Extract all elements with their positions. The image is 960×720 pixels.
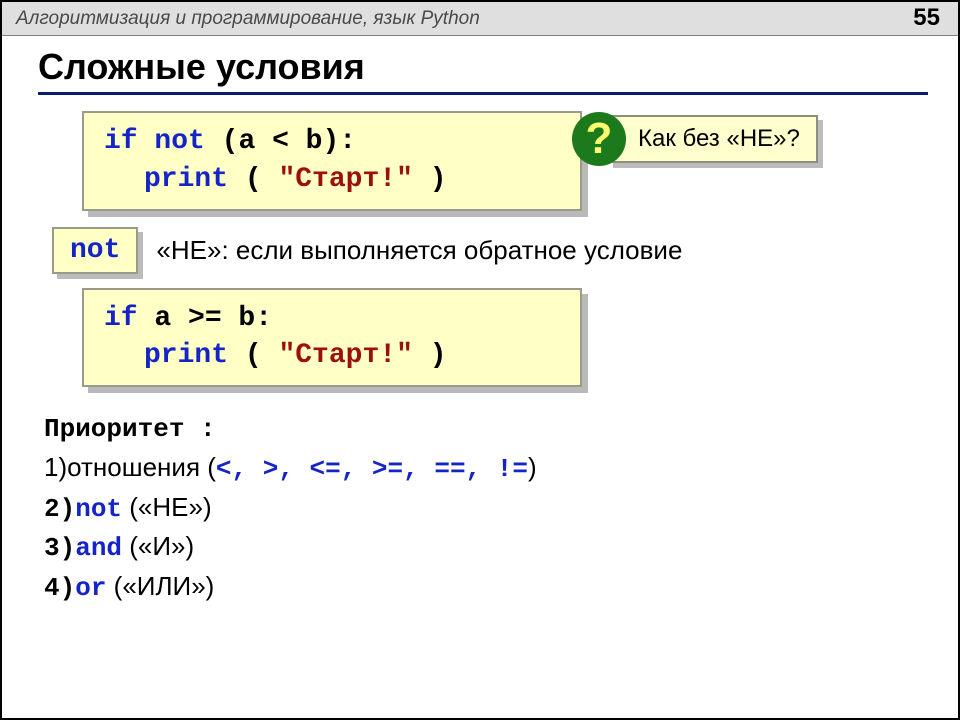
paren-close: ) — [430, 164, 447, 195]
num: 1) — [44, 452, 67, 482]
paren-close: ) — [430, 340, 447, 371]
priority-row-3: 3)and («И») — [44, 528, 928, 568]
kw: not — [75, 494, 122, 524]
txt: («НЕ») — [122, 492, 212, 522]
priority-header: Приоритет : — [44, 411, 928, 449]
paren-open: ( — [245, 340, 262, 371]
content: Сложные условия if not (a < b): print ( … — [2, 36, 958, 608]
not-explanation-row: not «НЕ»: если выполняется обратное усло… — [52, 227, 928, 274]
kw-print: print — [144, 164, 228, 195]
txt: («И») — [122, 531, 194, 561]
question-mark-icon: ? — [572, 112, 626, 166]
page-number: 55 — [913, 4, 940, 32]
slide: Алгоритмизация и программирование, язык … — [0, 0, 960, 720]
priority-block: Приоритет : 1)отношения (<, >, <=, >=, =… — [44, 411, 928, 607]
ops: <, >, <=, >=, ==, != — [216, 454, 528, 484]
num: 2) — [44, 494, 75, 524]
string-literal: "Старт!" — [278, 164, 412, 195]
code-box-1: if not (a < b): print ( "Старт!" ) — [82, 111, 582, 211]
kw: or — [75, 573, 106, 603]
callout: ? Как без «НЕ»? — [572, 112, 818, 166]
topbar: Алгоритмизация и программирование, язык … — [2, 2, 958, 36]
course-title: Алгоритмизация и программирование, язык … — [16, 8, 480, 30]
kw-if: if — [104, 303, 138, 334]
expr: (a < b): — [222, 126, 356, 157]
callout-text: Как без «НЕ»? — [608, 115, 818, 163]
txt: («ИЛИ») — [106, 571, 214, 601]
slide-title: Сложные условия — [38, 46, 928, 95]
paren-open: ( — [245, 164, 262, 195]
close: ) — [528, 452, 537, 482]
txt: отношения ( — [67, 452, 216, 482]
kw-if: if — [104, 126, 138, 157]
expr: a >= b: — [154, 303, 272, 334]
priority-row-2: 2)not («НЕ») — [44, 489, 928, 529]
num: 4) — [44, 573, 75, 603]
priority-row-1: 1)отношения (<, >, <=, >=, ==, !=) — [44, 449, 928, 489]
kw-not: not — [154, 126, 204, 157]
not-description: «НЕ»: если выполняется обратное условие — [156, 235, 682, 266]
code-box-2: if a >= b: print ( "Старт!" ) — [82, 288, 582, 388]
string-literal: "Старт!" — [278, 340, 412, 371]
kw-print: print — [144, 340, 228, 371]
priority-row-4: 4)or («ИЛИ») — [44, 568, 928, 608]
num: 3) — [44, 533, 75, 563]
not-chip: not — [52, 227, 138, 274]
kw: and — [75, 533, 122, 563]
